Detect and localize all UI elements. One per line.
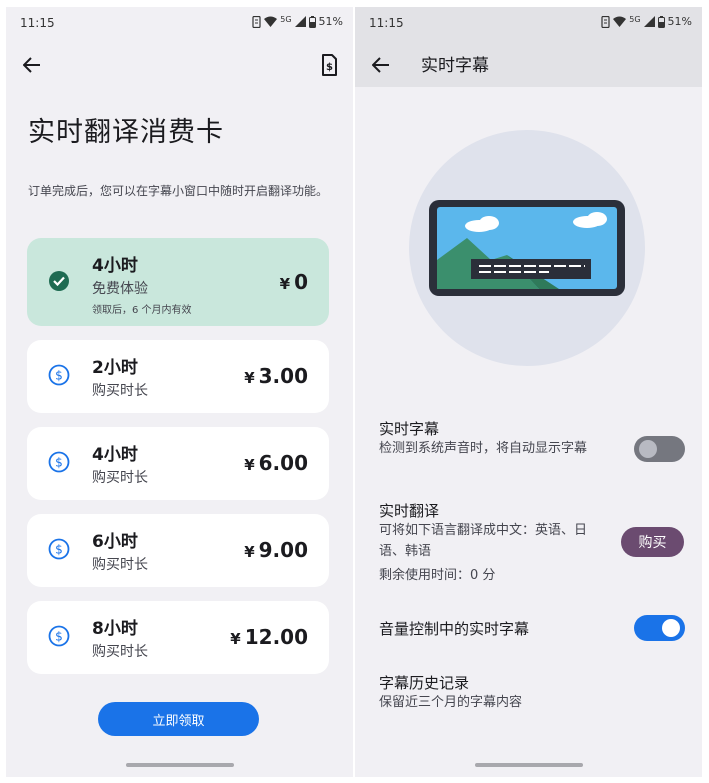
toggle-knob xyxy=(639,440,657,458)
home-indicator[interactable] xyxy=(474,763,583,767)
app-bar: $ xyxy=(6,41,353,89)
consumption-card-screen: 11:15 5G 51% $ 实时翻译消费卡 订单完成后，您可以在字幕小窗口中随… xyxy=(6,7,353,777)
card-price: ¥0 xyxy=(279,270,308,294)
status-bar: 11:15 5G 51% xyxy=(6,7,353,41)
live-caption-title: 实时字幕 xyxy=(379,420,440,438)
battery-icon xyxy=(308,15,316,28)
phone-caption-illustration xyxy=(429,200,625,296)
signal-icon xyxy=(294,16,306,27)
card-subtitle: 购买时长 xyxy=(92,470,148,486)
card-option-2h[interactable]: $ 2小时 购买时长 ¥3.00 xyxy=(27,340,329,413)
live-caption-illustration xyxy=(409,130,645,366)
vibrate-icon xyxy=(252,15,261,28)
svg-text:$: $ xyxy=(326,62,333,73)
page-description: 订单完成后，您可以在字幕小窗口中随时开启翻译功能。 xyxy=(28,184,329,198)
claim-now-button[interactable]: 立即领取 xyxy=(98,702,259,736)
buy-button[interactable]: 购买 xyxy=(621,527,684,557)
dollar-circle-icon: $ xyxy=(48,451,70,473)
remaining-time-text: 剩余使用时间：0 分 xyxy=(379,568,496,583)
svg-text:$: $ xyxy=(55,369,63,383)
status-bar: 11:15 5G 51% xyxy=(355,7,702,41)
app-bar: 实时字幕 xyxy=(355,41,702,89)
page-title: 实时翻译消费卡 xyxy=(28,117,224,148)
card-hours: 4小时 xyxy=(92,256,138,276)
vibrate-icon xyxy=(601,15,610,28)
card-hours: 8小时 xyxy=(92,619,138,639)
dollar-circle-icon: $ xyxy=(48,364,70,386)
wifi-icon xyxy=(613,16,627,27)
card-subtitle: 免费体验 xyxy=(92,281,148,297)
card-subtitle: 购买时长 xyxy=(92,557,148,573)
back-arrow-icon[interactable] xyxy=(20,53,44,77)
signal-icon xyxy=(643,16,655,27)
dollar-circle-icon: $ xyxy=(48,538,70,560)
battery-level: 51% xyxy=(318,15,343,28)
live-caption-toggle[interactable] xyxy=(634,436,685,462)
back-arrow-icon[interactable] xyxy=(369,53,393,77)
card-subtitle: 购买时长 xyxy=(92,644,148,660)
card-price: ¥6.00 xyxy=(244,451,308,475)
caption-history-title[interactable]: 字幕历史记录 xyxy=(379,672,469,693)
live-translate-title: 实时翻译 xyxy=(379,502,440,520)
card-option-8h[interactable]: $ 8小时 购买时长 ¥12.00 xyxy=(27,601,329,674)
check-circle-icon xyxy=(49,271,69,291)
card-hours: 2小时 xyxy=(92,358,138,378)
card-option-4h[interactable]: $ 4小时 购买时长 ¥6.00 xyxy=(27,427,329,500)
volume-caption-title: 音量控制中的实时字幕 xyxy=(379,620,530,638)
network-type: 5G xyxy=(280,14,292,24)
card-hours: 4小时 xyxy=(92,445,138,465)
status-time: 11:15 xyxy=(20,16,55,30)
dollar-circle-icon: $ xyxy=(48,625,70,647)
caption-history-subtitle: 保留近三个月的字幕内容 xyxy=(379,695,523,710)
live-translate-subtitle: 可将如下语言翻译成中文：英语、日语、韩语 xyxy=(379,523,588,559)
volume-caption-toggle[interactable] xyxy=(634,615,685,641)
card-hours: 6小时 xyxy=(92,532,138,552)
live-caption-screen: 11:15 5G 51% 实时字幕 实时字幕 检测到系统声音时，将自动显示字幕 … xyxy=(355,7,702,777)
card-price: ¥9.00 xyxy=(244,538,308,562)
wifi-icon xyxy=(264,16,278,27)
card-option-4h-free[interactable]: 4小时 免费体验 领取后，6 个月内有效 ¥0 xyxy=(27,238,329,326)
home-indicator[interactable] xyxy=(125,763,234,767)
order-receipt-icon[interactable]: $ xyxy=(317,53,341,77)
network-type: 5G xyxy=(629,14,641,24)
card-subtitle: 购买时长 xyxy=(92,383,148,399)
svg-text:$: $ xyxy=(55,630,63,644)
battery-icon xyxy=(657,15,665,28)
svg-text:$: $ xyxy=(55,456,63,470)
live-caption-subtitle: 检测到系统声音时，将自动显示字幕 xyxy=(379,441,588,456)
svg-text:$: $ xyxy=(55,543,63,557)
status-time: 11:15 xyxy=(369,16,404,30)
toggle-knob xyxy=(662,619,680,637)
battery-level: 51% xyxy=(667,15,692,28)
card-option-6h[interactable]: $ 6小时 购买时长 ¥9.00 xyxy=(27,514,329,587)
card-price: ¥12.00 xyxy=(230,625,308,649)
card-price: ¥3.00 xyxy=(244,364,308,388)
app-bar-title: 实时字幕 xyxy=(421,56,489,76)
card-validity-note: 领取后，6 个月内有效 xyxy=(92,305,192,316)
